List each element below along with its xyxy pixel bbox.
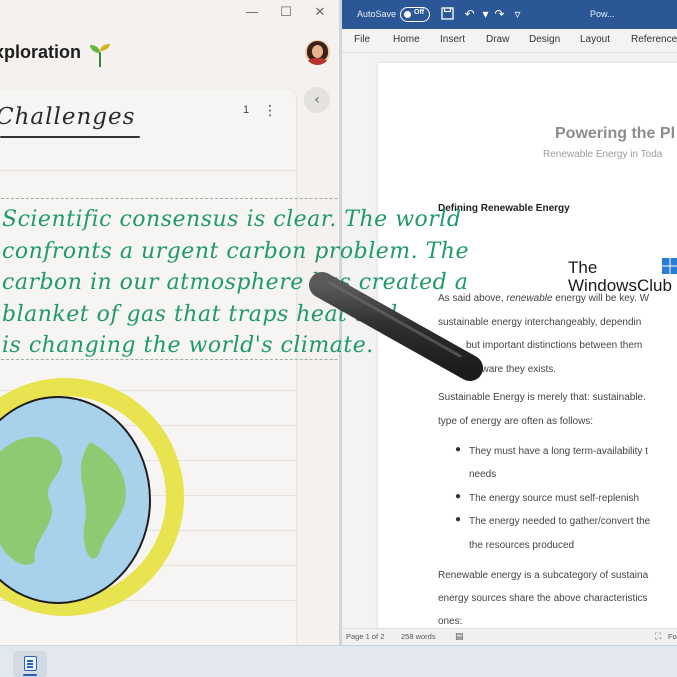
bullet-line: The energy source must self-replenish bbox=[469, 493, 640, 504]
bullet-line: The energy needed to gather/convert the bbox=[469, 516, 651, 527]
word-count[interactable]: 258 words bbox=[401, 632, 436, 641]
maximize-button[interactable]: ☐ bbox=[272, 4, 300, 22]
ink-line: carbon in our atmosphere has created a bbox=[2, 270, 469, 295]
ribbon-tabs: File Home Insert Draw Design Layout Refe… bbox=[342, 29, 677, 53]
page-heading: Challenges bbox=[0, 104, 136, 130]
close-button[interactable]: ✕ bbox=[306, 4, 334, 22]
taskbar bbox=[0, 645, 677, 677]
word-titlebar: AutoSave Off ↶ ▾ ↷ ▿ Pow... bbox=[342, 0, 677, 29]
tab-layout[interactable]: Layout bbox=[580, 34, 610, 45]
redo-icon[interactable]: ↷ bbox=[492, 7, 507, 22]
app-title: xploration bbox=[0, 42, 82, 62]
tab-file[interactable]: File bbox=[354, 34, 370, 45]
paragraph-line: Renewable energy is a subcategory of sus… bbox=[438, 570, 649, 581]
user-avatar[interactable] bbox=[305, 40, 330, 65]
bullet-icon: ● bbox=[455, 491, 462, 502]
autosave-state: Off bbox=[414, 9, 425, 16]
autosave-toggle[interactable]: Off bbox=[400, 7, 430, 22]
ink-line: Scientific consensus is clear. The world bbox=[2, 207, 462, 232]
tab-insert[interactable]: Insert bbox=[440, 34, 465, 45]
document-name: Pow... bbox=[590, 9, 615, 19]
save-icon[interactable] bbox=[440, 7, 455, 22]
bullet-line: needs bbox=[469, 469, 497, 480]
paragraph-line: Sustainable Energy is merely that: susta… bbox=[438, 392, 646, 403]
ruled-line bbox=[0, 170, 296, 171]
watermark-line2: WindowsClub bbox=[568, 276, 672, 295]
paragraph-line: aware they exists. bbox=[476, 364, 557, 375]
minimize-button[interactable]: — bbox=[238, 4, 266, 22]
more-options-icon[interactable]: ⋮ bbox=[263, 101, 277, 121]
taskbar-app-icon[interactable] bbox=[13, 651, 47, 677]
watermark-line1: The bbox=[568, 258, 598, 277]
bullet-line: They must have a long term-availability … bbox=[469, 446, 648, 457]
tab-references[interactable]: References bbox=[631, 34, 677, 45]
notes-titlebar: — ☐ ✕ bbox=[0, 0, 339, 28]
ink-line: blanket of gas that traps heat and bbox=[2, 301, 398, 327]
focus-icon[interactable]: ⛶ bbox=[655, 631, 667, 643]
document-title: Powering the Pl bbox=[555, 125, 676, 142]
handwritten-text[interactable]: Scientific consensus is clear. The world… bbox=[2, 204, 469, 362]
paragraph-line: type of energy are often as follows: bbox=[438, 416, 594, 427]
chevron-down-icon[interactable]: ▾ bbox=[478, 7, 493, 22]
chevron-left-icon[interactable]: ‹ bbox=[304, 87, 330, 113]
tab-draw[interactable]: Draw bbox=[486, 34, 509, 45]
focus-label[interactable]: Fo bbox=[668, 632, 677, 641]
status-bar: Page 1 of 2 258 words ▤ ⛶ Fo bbox=[342, 628, 677, 645]
customize-icon[interactable]: ▿ bbox=[510, 7, 525, 22]
autosave-label: AutoSave bbox=[357, 9, 397, 19]
globe-drawing bbox=[0, 378, 184, 616]
windows-logo-icon bbox=[662, 258, 677, 274]
paragraph-line: sustainable energy interchangeably, depe… bbox=[438, 317, 642, 328]
document-subtitle: Renewable Energy in Toda bbox=[543, 149, 663, 160]
tab-home[interactable]: Home bbox=[393, 34, 420, 45]
page-indicator[interactable]: Page 1 of 2 bbox=[346, 632, 384, 641]
tab-design[interactable]: Design bbox=[529, 34, 560, 45]
sprout-icon bbox=[90, 44, 110, 68]
heading-underline bbox=[0, 136, 140, 138]
bullet-line: the resources produced bbox=[469, 540, 575, 551]
page-count: 1 bbox=[243, 104, 250, 116]
paragraph-line: but important distinctions between them bbox=[466, 340, 643, 351]
paragraph-line: energy sources share the above character… bbox=[438, 593, 648, 604]
bullet-icon: ● bbox=[455, 514, 462, 525]
ink-line: is changing the world's climate. bbox=[2, 333, 374, 358]
paragraph-line: ones: bbox=[438, 616, 463, 627]
ink-line: confronts a urgent carbon problem. The bbox=[2, 238, 469, 264]
bullet-icon: ● bbox=[455, 444, 462, 455]
proofing-icon[interactable]: ▤ bbox=[455, 631, 467, 643]
undo-icon[interactable]: ↶ bbox=[462, 7, 477, 22]
